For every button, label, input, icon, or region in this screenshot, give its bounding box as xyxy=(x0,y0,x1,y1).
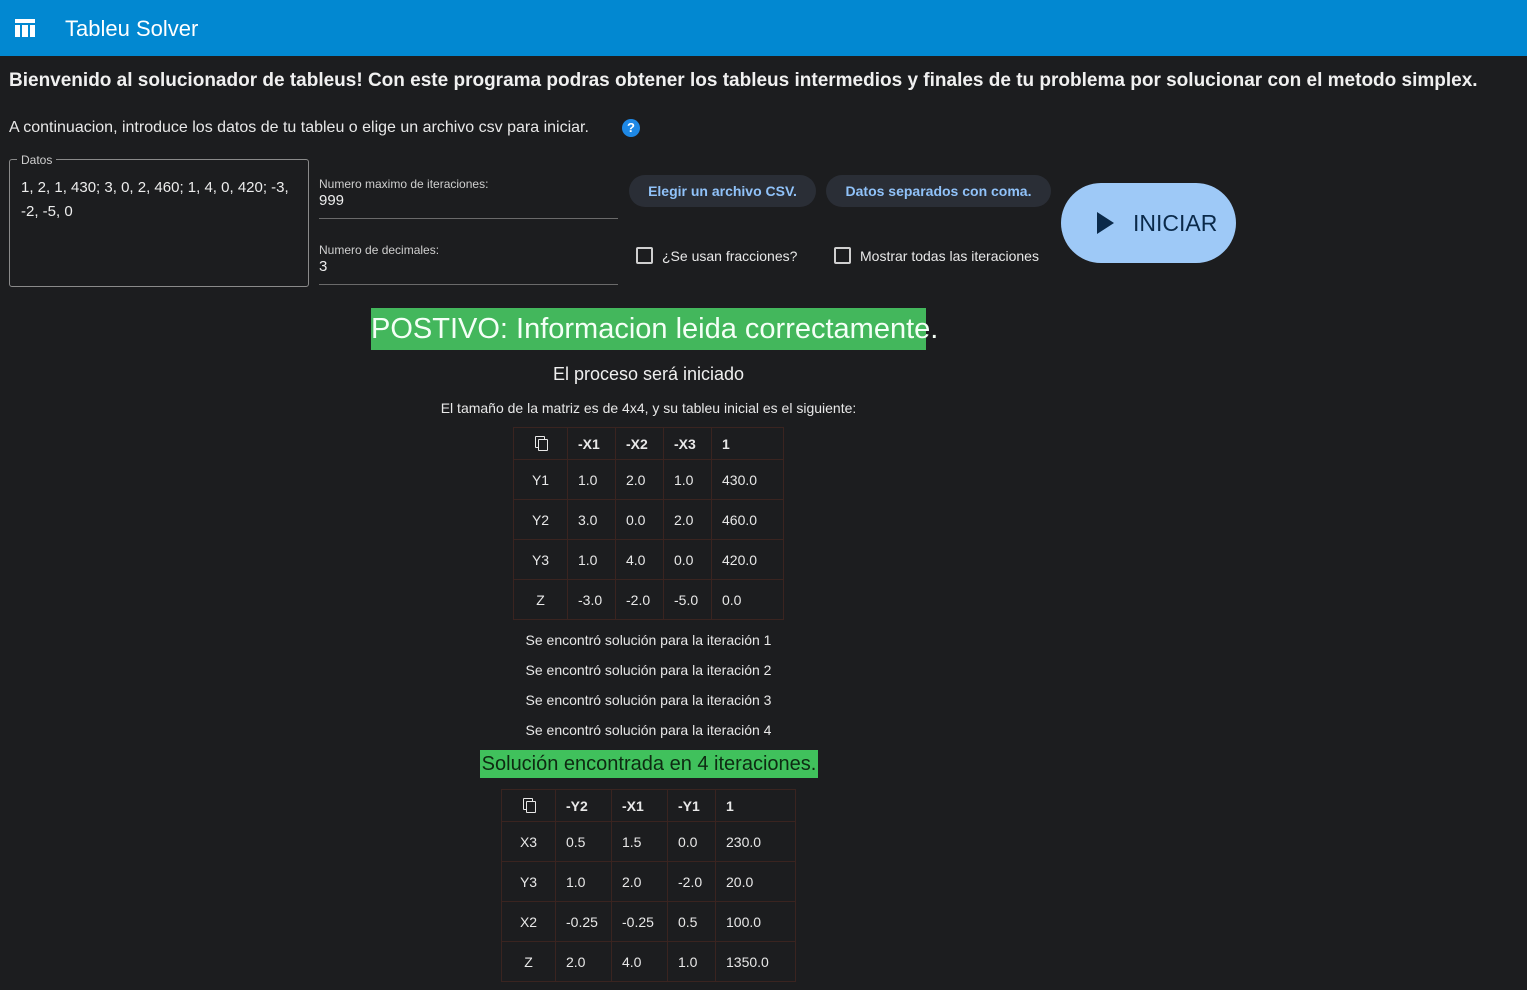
table-cell: 1.0 xyxy=(567,459,616,500)
table-cell: 0.0 xyxy=(663,539,712,580)
table-cell: -2.0 xyxy=(667,861,716,902)
table-cell: -5.0 xyxy=(663,579,712,620)
table-cell: 2.0 xyxy=(555,941,612,982)
table-cell: 1.0 xyxy=(567,539,616,580)
initial-tableau: -X1 -X2 -X3 1 Y1 1.0 2.0 1.0 430.0 Y2 3.… xyxy=(513,427,784,620)
table-header-row: -X1 -X2 -X3 1 xyxy=(513,427,784,460)
table-row: Z -3.0 -2.0 -5.0 0.0 xyxy=(513,579,784,620)
fractions-checkbox-label: ¿Se usan fracciones? xyxy=(662,247,798,264)
table-header: 1 xyxy=(715,789,796,822)
table-row: Y1 1.0 2.0 1.0 430.0 xyxy=(513,459,784,500)
start-button-label: INICIAR xyxy=(1133,210,1218,236)
fractions-checkbox-box[interactable] xyxy=(636,247,653,264)
table-cell: 1.5 xyxy=(611,821,668,862)
table-cell: 20.0 xyxy=(715,861,796,902)
app-bar: Tableu Solver xyxy=(0,0,1527,56)
table-row: X2 -0.25 -0.25 0.5 100.0 xyxy=(501,901,796,942)
decimals-label: Numero de decimales: xyxy=(319,243,440,257)
table-cell: 1.0 xyxy=(667,941,716,982)
table-row: Y2 3.0 0.0 2.0 460.0 xyxy=(513,499,784,540)
max-iterations-field[interactable]: Numero maximo de iteraciones: 999 xyxy=(319,177,618,219)
table-cell: 100.0 xyxy=(715,901,796,942)
show-all-checkbox-label: Mostrar todas las iteraciones xyxy=(860,247,1039,264)
show-all-checkbox-box[interactable] xyxy=(834,247,851,264)
table-row: Z 2.0 4.0 1.0 1350.0 xyxy=(501,941,796,982)
datos-value[interactable]: 1, 2, 1, 430; 3, 0, 2, 460; 1, 4, 0, 420… xyxy=(21,176,301,224)
start-button[interactable]: INICIAR xyxy=(1061,183,1236,263)
max-iterations-value[interactable]: 999 xyxy=(319,192,618,209)
table-cell: 2.0 xyxy=(611,861,668,902)
row-label: Y3 xyxy=(513,539,568,580)
play-icon xyxy=(1097,212,1114,234)
choose-csv-button[interactable]: Elegir un archivo CSV. xyxy=(629,175,816,207)
matrix-description: El tamaño de la matriz es de 4x4, y su t… xyxy=(440,400,857,416)
table-cell: 4.0 xyxy=(615,539,664,580)
process-text: El proceso será iniciado xyxy=(552,364,745,384)
row-label: Y2 xyxy=(513,499,568,540)
table-icon[interactable] xyxy=(15,19,35,37)
row-label: Z xyxy=(501,941,556,982)
table-cell: 0.5 xyxy=(555,821,612,862)
table-cell: 3.0 xyxy=(567,499,616,540)
datos-label: Datos xyxy=(17,153,57,167)
table-header-row: -Y2 -X1 -Y1 1 xyxy=(501,789,796,822)
table-cell: -2.0 xyxy=(615,579,664,620)
table-cell: -0.25 xyxy=(611,901,668,942)
table-cell: 0.0 xyxy=(615,499,664,540)
table-cell: 1.0 xyxy=(663,459,712,500)
table-row: Y3 1.0 2.0 -2.0 20.0 xyxy=(501,861,796,902)
table-cell: 2.0 xyxy=(663,499,712,540)
table-cell: -3.0 xyxy=(567,579,616,620)
table-cell: 2.0 xyxy=(615,459,664,500)
row-label: X2 xyxy=(501,901,556,942)
table-cell: 420.0 xyxy=(711,539,784,580)
fractions-checkbox[interactable]: ¿Se usan fracciones? xyxy=(636,247,797,264)
table-cell: 230.0 xyxy=(715,821,796,862)
success-banner: POSTIVO: Informacion leida correctamente… xyxy=(371,308,938,350)
table-row: X3 0.5 1.5 0.0 230.0 xyxy=(501,821,796,862)
table-header: 1 xyxy=(711,427,784,460)
table-header: -X1 xyxy=(611,789,668,822)
table-header: -X2 xyxy=(615,427,664,460)
table-cell: -0.25 xyxy=(555,901,612,942)
copy-icon[interactable] xyxy=(522,797,536,813)
decimals-field[interactable]: Numero de decimales: 3 xyxy=(319,243,618,285)
table-row: Y3 1.0 4.0 0.0 420.0 xyxy=(513,539,784,580)
row-label: Y3 xyxy=(501,861,556,902)
table-cell: 1.0 xyxy=(555,861,612,902)
iteration-message: Se encontró solución para la iteración 1 xyxy=(525,632,772,648)
table-cell: 1350.0 xyxy=(715,941,796,982)
iteration-message: Se encontró solución para la iteración 2 xyxy=(525,662,772,678)
decimals-value[interactable]: 3 xyxy=(319,258,618,275)
comma-separated-button[interactable]: Datos separados con coma. xyxy=(826,175,1051,207)
app-title: Tableu Solver xyxy=(65,16,199,41)
table-cell: 4.0 xyxy=(611,941,668,982)
copy-icon[interactable] xyxy=(534,435,548,451)
table-header: -X1 xyxy=(567,427,616,460)
welcome-heading: Bienvenido al solucionador de tableus! C… xyxy=(9,70,1478,91)
table-header: -Y2 xyxy=(555,789,612,822)
row-label: Z xyxy=(513,579,568,620)
row-label: Y1 xyxy=(513,459,568,500)
table-cell: 0.0 xyxy=(667,821,716,862)
table-header: -X3 xyxy=(663,427,712,460)
table-cell: 0.0 xyxy=(711,579,784,620)
final-tableau: -Y2 -X1 -Y1 1 X3 0.5 1.5 0.0 230.0 Y3 1.… xyxy=(501,789,796,982)
iteration-message: Se encontró solución para la iteración 4 xyxy=(525,722,772,738)
table-cell: 430.0 xyxy=(711,459,784,500)
copy-icon-cell[interactable] xyxy=(513,427,568,460)
table-cell: 460.0 xyxy=(711,499,784,540)
table-header: -Y1 xyxy=(667,789,716,822)
help-icon[interactable]: ? xyxy=(622,119,640,137)
table-cell: 0.5 xyxy=(667,901,716,942)
solution-banner: Solución encontrada en 4 iteraciones. xyxy=(480,750,818,778)
copy-icon-cell[interactable] xyxy=(501,789,556,822)
iteration-message: Se encontró solución para la iteración 3 xyxy=(525,692,772,708)
show-all-iterations-checkbox[interactable]: Mostrar todas las iteraciones xyxy=(834,247,1039,264)
max-iterations-label: Numero maximo de iteraciones: xyxy=(319,177,489,191)
intro-text: A continuacion, introduce los datos de t… xyxy=(9,119,589,136)
row-label: X3 xyxy=(501,821,556,862)
